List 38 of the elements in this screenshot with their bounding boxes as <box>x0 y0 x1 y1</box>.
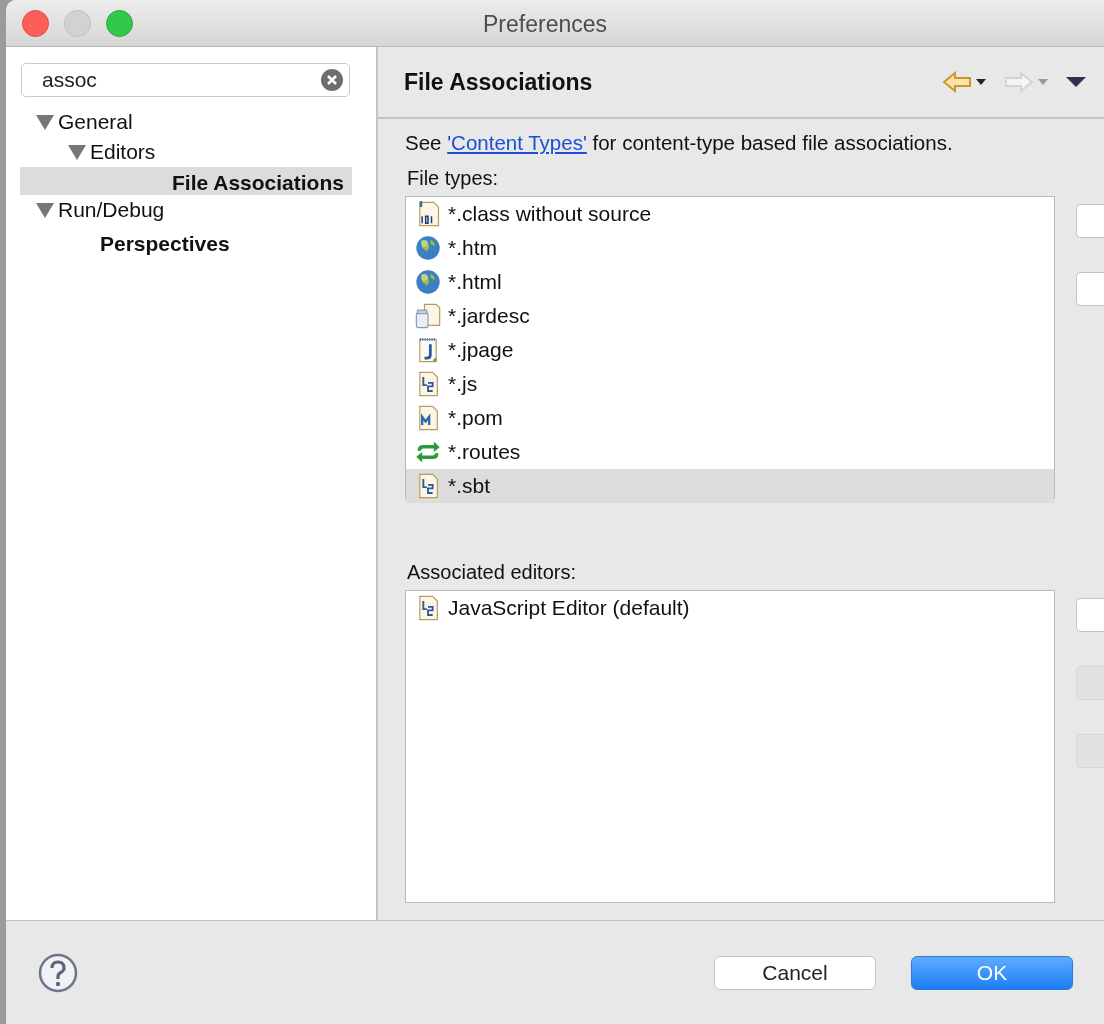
side-button[interactable] <box>1076 272 1104 306</box>
forward-arrow-icon <box>1004 71 1034 93</box>
list-item[interactable]: *.jardesc <box>406 299 1054 333</box>
list-item[interactable]: *.sbt <box>406 469 1054 503</box>
tree-item[interactable]: Perspectives <box>20 225 352 255</box>
window-title: Preferences <box>483 11 607 38</box>
tree-item[interactable]: General <box>20 107 352 137</box>
dropdown-caret-icon <box>1038 78 1048 86</box>
tree-item[interactable]: File Associations <box>20 167 352 195</box>
editors-label: Associated editors: <box>407 561 577 584</box>
expand-triangle-icon[interactable] <box>36 202 54 218</box>
dropdown-caret-icon[interactable] <box>976 78 986 86</box>
page-title: File Associations <box>404 68 594 96</box>
list-item[interactable]: *.routes <box>406 435 1054 469</box>
list-item[interactable]: *.js <box>406 367 1054 401</box>
side-button[interactable] <box>1076 598 1104 632</box>
search-field[interactable]: assoc <box>21 63 350 97</box>
expand-triangle-icon[interactable] <box>36 114 54 130</box>
list-item[interactable]: *.jpage <box>406 333 1054 367</box>
globe-icon <box>414 268 442 296</box>
globe-icon <box>414 234 442 262</box>
view-menu-icon[interactable] <box>1066 77 1086 87</box>
list-item[interactable]: *.class without source <box>406 197 1054 231</box>
content-types-link[interactable]: 'Content Types' <box>447 131 587 154</box>
intro-text: See 'Content Types' for content-type based file associations. <box>405 130 954 156</box>
tree-item[interactable]: Run/Debug <box>20 195 352 225</box>
list-item[interactable]: JavaScript Editor (default) <box>406 591 1054 625</box>
jar-file-icon <box>414 302 442 330</box>
list-item[interactable]: *.htm <box>406 231 1054 265</box>
list-item[interactable]: *.pom <box>406 401 1054 435</box>
clear-icon[interactable] <box>321 69 343 91</box>
file-types-label: File types: <box>407 167 500 190</box>
help-icon[interactable] <box>38 952 78 993</box>
close-button[interactable] <box>22 9 49 37</box>
zoom-button[interactable] <box>106 9 133 37</box>
list-item[interactable]: *.html <box>406 265 1054 299</box>
side-button[interactable] <box>1076 204 1104 238</box>
cancel-button[interactable]: Cancel <box>714 955 876 990</box>
